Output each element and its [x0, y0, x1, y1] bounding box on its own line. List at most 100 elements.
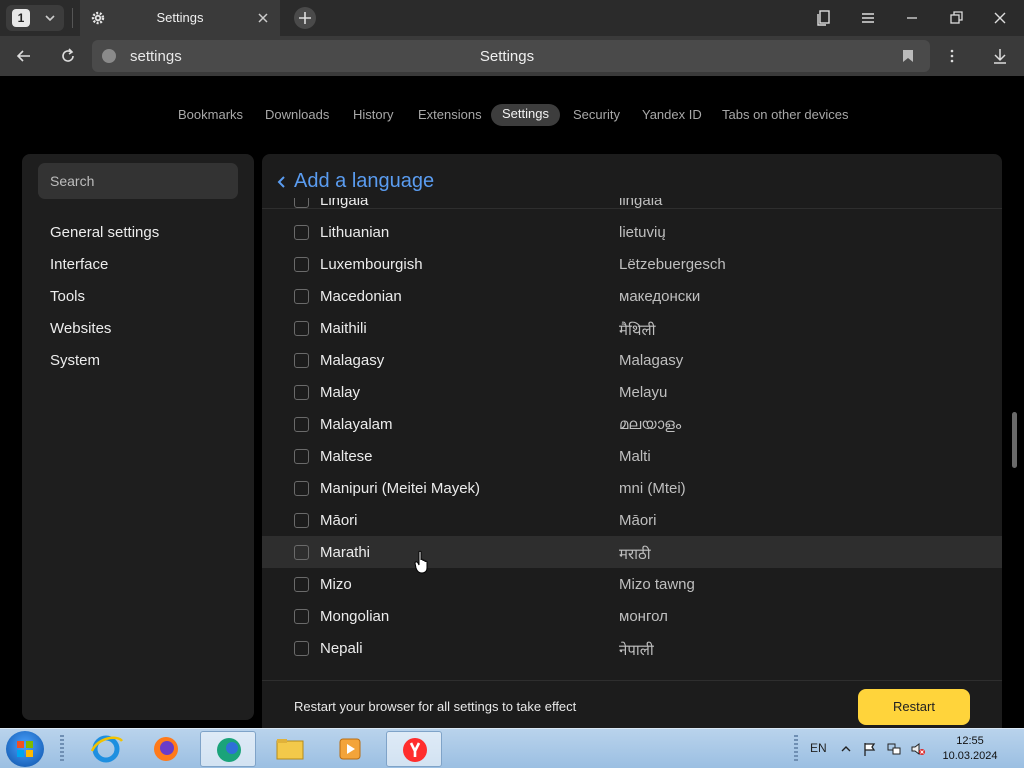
language-checkbox[interactable]: [294, 225, 309, 240]
language-checkbox[interactable]: [294, 198, 309, 208]
language-row[interactable]: Maltese Malti: [262, 440, 1002, 472]
language-checkbox[interactable]: [294, 385, 309, 400]
scrollbar-thumb[interactable]: [1012, 412, 1017, 468]
language-name: Māori: [320, 512, 358, 529]
language-native-name: mni (Mtei): [619, 480, 686, 497]
language-row[interactable]: Māori Māori: [262, 504, 1002, 536]
panel-title: Add a language: [294, 170, 435, 192]
language-row[interactable]: Malayalam മലയാളം: [262, 408, 1002, 440]
taskbar-grip: [60, 735, 64, 763]
language-row[interactable]: Mongolian монгол: [262, 600, 1002, 632]
back-arrow-icon[interactable]: [14, 46, 34, 66]
internet-explorer-icon[interactable]: [78, 731, 134, 767]
language-row[interactable]: Mizo Mizo tawng: [262, 568, 1002, 600]
sidebar-item-general-settings[interactable]: General settings: [50, 224, 159, 241]
more-vertical-icon[interactable]: [942, 46, 962, 66]
file-explorer-icon[interactable]: [262, 731, 318, 767]
nav-security[interactable]: Security: [573, 105, 620, 127]
firefox-icon[interactable]: [138, 731, 194, 767]
media-player-icon[interactable]: [322, 731, 378, 767]
language-native-name: Lëtzebuergesch: [619, 256, 726, 273]
language-row[interactable]: Maithili मैथिली: [262, 312, 1002, 344]
language-checkbox[interactable]: [294, 257, 309, 272]
language-list: Lingala lingála Lithuanian lietuvių Luxembou…: [262, 198, 1002, 682]
nav-downloads[interactable]: Downloads: [265, 105, 329, 127]
language-name: Malayalam: [320, 416, 393, 433]
chevron-down-icon: [45, 15, 55, 22]
language-name: Malay: [320, 384, 361, 401]
bookmarks-panel-icon[interactable]: [814, 8, 834, 28]
plus-icon: [299, 12, 311, 24]
chevron-left-icon: [277, 176, 285, 188]
system-clock[interactable]: 12:55 10.03.2024: [940, 734, 1000, 764]
download-icon[interactable]: [990, 46, 1010, 66]
language-native-name: Melayu: [619, 384, 668, 401]
language-row[interactable]: Malay Melayu: [262, 376, 1002, 408]
language-native-name: मराठी: [619, 546, 651, 563]
sidebar-item-tools[interactable]: Tools: [50, 288, 85, 305]
network-icon[interactable]: [886, 741, 902, 757]
sidebar-item-system[interactable]: System: [50, 352, 100, 369]
language-name: Maithili: [320, 320, 367, 337]
language-native-name: Mizo tawng: [619, 576, 695, 593]
language-row[interactable]: Manipuri (Meitei Mayek) mni (Mtei): [262, 472, 1002, 504]
restart-footer: Restart your browser for all settings to…: [262, 680, 1002, 728]
language-row[interactable]: Marathi मराठी: [262, 536, 1002, 568]
action-center-flag-icon[interactable]: [862, 741, 878, 757]
language-name: Malagasy: [320, 352, 385, 369]
language-native-name: lietuvių: [619, 224, 666, 241]
volume-muted-icon[interactable]: [910, 741, 926, 757]
settings-search-input[interactable]: [38, 163, 238, 199]
start-button[interactable]: [6, 731, 44, 767]
tab-separator: [72, 8, 73, 28]
language-checkbox[interactable]: [294, 545, 309, 560]
address-bar[interactable]: settings Settings: [92, 40, 930, 72]
language-checkbox[interactable]: [294, 289, 309, 304]
sidebar-item-websites[interactable]: Websites: [50, 320, 111, 337]
language-row[interactable]: Nepali नेपाली: [262, 632, 1002, 664]
tab-strip: 1 Settings: [0, 0, 1024, 36]
nav-yandex-id[interactable]: Yandex ID: [642, 105, 702, 127]
language-checkbox[interactable]: [294, 417, 309, 432]
language-checkbox[interactable]: [294, 353, 309, 368]
restart-button[interactable]: Restart: [858, 689, 970, 725]
nav-bookmarks[interactable]: Bookmarks: [178, 105, 243, 127]
tab-settings[interactable]: Settings: [80, 0, 280, 36]
language-checkbox[interactable]: [294, 321, 309, 336]
tab-title: Settings: [156, 10, 204, 25]
yandex-browser-icon[interactable]: [386, 731, 442, 767]
language-checkbox[interactable]: [294, 449, 309, 464]
close-tab-icon[interactable]: [256, 11, 270, 25]
language-name: Mizo: [320, 576, 352, 593]
language-checkbox[interactable]: [294, 641, 309, 656]
show-hidden-icons-icon[interactable]: [838, 741, 854, 757]
language-row[interactable]: Lithuanian lietuvių: [262, 216, 1002, 248]
keyboard-language[interactable]: EN: [810, 741, 827, 755]
language-row[interactable]: Lingala lingála: [262, 198, 1002, 216]
nav-settings[interactable]: Settings: [491, 104, 560, 126]
language-checkbox[interactable]: [294, 577, 309, 592]
language-row[interactable]: Malagasy Malagasy: [262, 344, 1002, 376]
language-row[interactable]: Luxembourgish Lëtzebuergesch: [262, 248, 1002, 280]
new-tab-button[interactable]: [294, 7, 316, 29]
windows-logo-icon: [17, 741, 33, 757]
menu-icon[interactable]: [858, 8, 878, 28]
close-window-icon[interactable]: [990, 8, 1010, 28]
language-checkbox[interactable]: [294, 513, 309, 528]
minimize-icon[interactable]: [902, 8, 922, 28]
tab-counter-button[interactable]: 1: [6, 5, 64, 31]
nav-history[interactable]: History: [353, 105, 393, 127]
tab-count: 1: [12, 9, 30, 27]
bookmark-icon[interactable]: [902, 49, 914, 63]
restore-window-icon[interactable]: [946, 8, 966, 28]
nav-extensions[interactable]: Extensions: [418, 105, 482, 127]
language-row[interactable]: Macedonian македонски: [262, 280, 1002, 312]
language-name: Luxembourgish: [320, 256, 423, 273]
language-checkbox[interactable]: [294, 609, 309, 624]
nav-tabs-on-other-devices[interactable]: Tabs on other devices: [722, 105, 848, 127]
language-checkbox[interactable]: [294, 481, 309, 496]
edge-icon[interactable]: [200, 731, 256, 767]
sidebar-item-interface[interactable]: Interface: [50, 256, 108, 273]
language-name: Mongolian: [320, 608, 390, 625]
reload-icon[interactable]: [58, 46, 78, 66]
